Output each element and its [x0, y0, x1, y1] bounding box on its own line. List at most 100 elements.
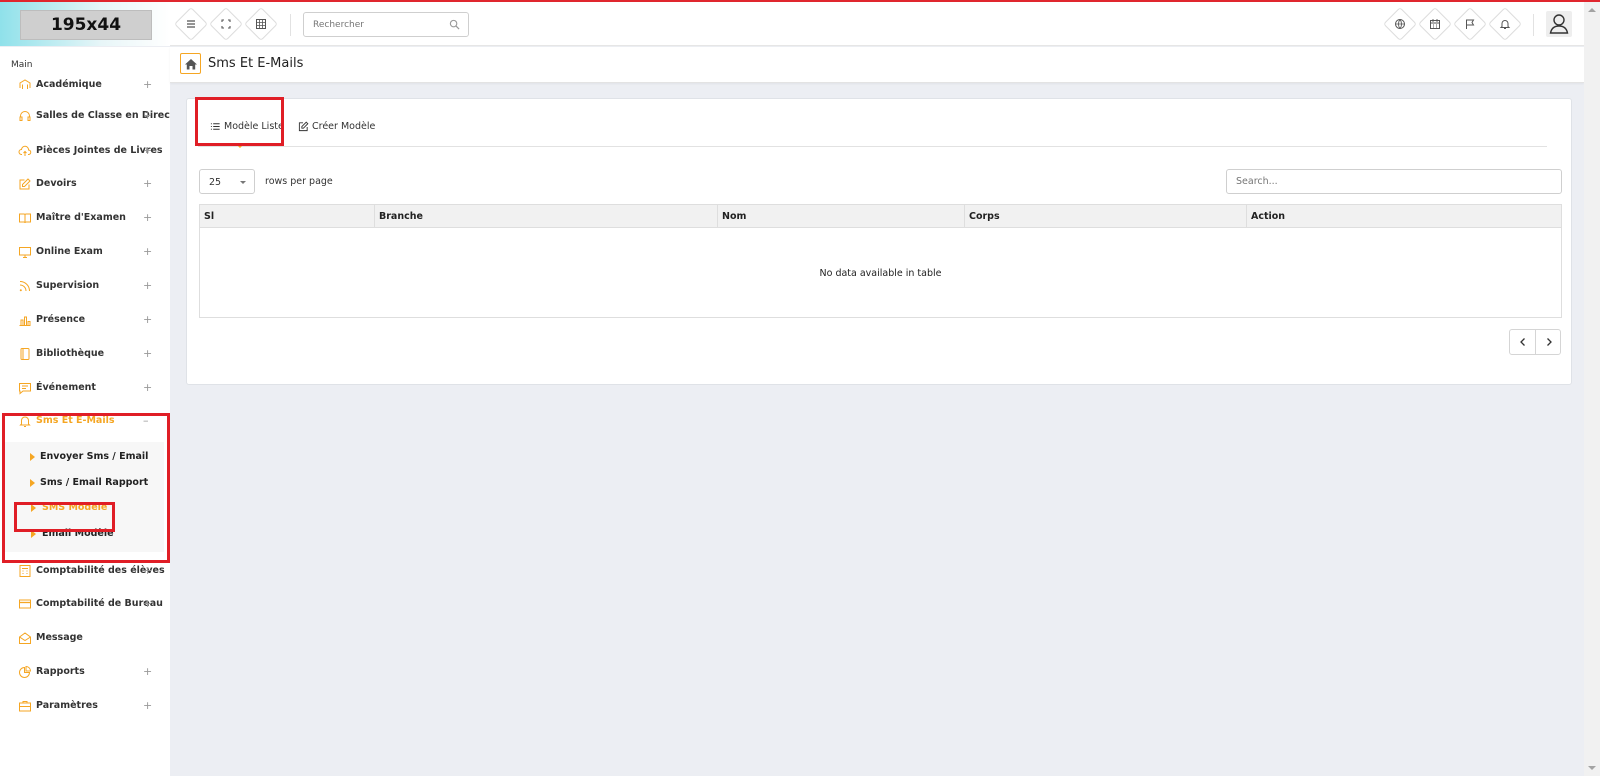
sidebar-item-bibliotheque[interactable]: Bibliothèque +	[0, 343, 170, 365]
briefcase-icon	[19, 701, 31, 712]
user-avatar-button[interactable]	[1546, 11, 1572, 37]
bell-icon	[1499, 20, 1511, 29]
envelope-open-icon	[19, 632, 31, 644]
sidebar-item-academique[interactable]: Académique +	[0, 74, 170, 96]
previous-page-button[interactable]	[1510, 330, 1536, 354]
table-search-input[interactable]	[1226, 169, 1562, 194]
bar-chart-icon	[19, 316, 31, 326]
sidebar-item-parametres[interactable]: Paramètres +	[0, 695, 170, 717]
tabs-divider	[198, 146, 1547, 147]
home-button[interactable]	[180, 53, 201, 74]
sidebar-item-label: Académique	[36, 79, 102, 90]
page-scrollbar[interactable]	[1584, 2, 1600, 776]
sidebar-item-message[interactable]: Message	[0, 627, 170, 649]
sidebar-item-comptabilite-eleves[interactable]: Comptabilité des élèves +	[0, 560, 170, 582]
sidebar-item-label: Rapports	[36, 666, 85, 677]
expand-icon: +	[143, 279, 153, 292]
notifications-button[interactable]	[1488, 7, 1522, 41]
credit-card-icon	[19, 599, 31, 609]
expand-icon: +	[143, 144, 153, 157]
sidebar-item-presence[interactable]: Présence +	[0, 309, 170, 331]
grid-apps-button[interactable]	[244, 7, 278, 41]
header-search	[303, 12, 469, 37]
sidebar-item-label: Supervision	[36, 280, 100, 291]
column-header-nom[interactable]: Nom	[718, 205, 965, 228]
search-icon[interactable]	[449, 19, 460, 30]
sidebar-item-evenement[interactable]: Événement +	[0, 377, 170, 399]
logo-area: 195x44	[0, 2, 170, 46]
rows-per-page-value: 25	[209, 177, 222, 188]
sidebar-item-maitre-examen[interactable]: Maître d'Examen +	[0, 207, 170, 229]
sidebar-section-label: Main	[11, 60, 33, 70]
rss-icon	[19, 281, 30, 292]
tab-creer-modele[interactable]: Créer Modèle	[298, 121, 375, 132]
rows-per-page-label: rows per page	[265, 176, 333, 187]
scroll-down-arrow-icon[interactable]	[1588, 766, 1596, 770]
home-icon	[185, 59, 197, 70]
expand-icon: +	[143, 109, 153, 122]
tab-label: Créer Modèle	[312, 121, 376, 132]
column-header-branche[interactable]: Branche	[375, 205, 718, 228]
column-header-action[interactable]: Action	[1247, 205, 1561, 228]
highlight-box-sms-menu	[2, 413, 170, 563]
expand-icon: +	[143, 78, 153, 91]
academic-icon	[19, 79, 31, 89]
logo-placeholder[interactable]: 195x44	[20, 10, 152, 40]
header-divider-right	[1533, 14, 1534, 36]
sidebar-item-supervision[interactable]: Supervision +	[0, 275, 170, 297]
header-search-input[interactable]	[313, 13, 448, 36]
flag-button[interactable]	[1453, 7, 1487, 41]
sidebar-item-label: Présence	[36, 314, 86, 325]
sidebar-item-label: Événement	[36, 382, 96, 393]
templates-table: Sl Branche Nom Corps Action No data avai…	[199, 204, 1562, 318]
expand-icon: +	[143, 347, 153, 360]
grid-icon	[256, 19, 266, 29]
sidebar-item-rapports[interactable]: Rapports +	[0, 661, 170, 683]
edit-icon	[19, 178, 31, 190]
sidebar-item-label: Maître d'Examen	[36, 212, 126, 223]
column-header-corps[interactable]: Corps	[965, 205, 1247, 228]
expand-icon: +	[143, 313, 153, 326]
next-page-button[interactable]	[1536, 330, 1562, 354]
page-title-bar: Sms Et E-Mails	[170, 47, 1584, 83]
sidebar-item-online-exam[interactable]: Online Exam +	[0, 241, 170, 263]
rows-per-page-select[interactable]: 25	[199, 169, 255, 194]
language-button[interactable]	[1383, 7, 1417, 41]
calculator-icon	[19, 565, 31, 577]
headset-icon	[19, 111, 31, 121]
book-icon	[19, 213, 31, 224]
chevron-left-icon	[1520, 338, 1525, 346]
globe-icon	[1395, 19, 1405, 29]
highlight-box-modele-liste	[195, 97, 284, 146]
user-icon	[1549, 14, 1569, 34]
sidebar-item-comptabilite-bureau[interactable]: Comptabilité de Bureau +	[0, 593, 170, 615]
expand-icon: +	[143, 211, 153, 224]
top-header: 195x44	[0, 2, 1584, 46]
sidebar-item-label: Paramètres	[36, 700, 98, 711]
sidebar-item-salles-classe[interactable]: Salles de Classe en Direct +	[0, 105, 170, 127]
fullscreen-button[interactable]	[209, 7, 243, 41]
monitor-icon	[19, 247, 31, 258]
expand-icon: +	[143, 245, 153, 258]
highlight-box-sms-modele	[14, 502, 115, 532]
calendar-button[interactable]	[1418, 7, 1452, 41]
column-header-sl[interactable]: Sl	[200, 205, 375, 228]
table-empty-message: No data available in table	[819, 268, 942, 279]
header-divider	[290, 14, 291, 36]
chevron-right-icon	[1547, 338, 1552, 346]
chevron-down-icon	[240, 181, 246, 184]
sidebar-item-label: Online Exam	[36, 246, 103, 257]
sidebar-item-label: Devoirs	[36, 178, 77, 189]
sidebar-item-label: Bibliothèque	[36, 348, 105, 359]
page-title: Sms Et E-Mails	[208, 56, 304, 71]
template-list-card: Modèle Liste Créer Modèle 25 rows per pa…	[186, 97, 1572, 385]
calendar-icon	[1430, 19, 1440, 29]
sidebar: Main Académique + Salles de Classe en Di…	[0, 47, 170, 776]
expand-icon: +	[143, 597, 153, 610]
menu-toggle-button[interactable]	[174, 7, 208, 41]
sidebar-item-devoirs[interactable]: Devoirs +	[0, 173, 170, 195]
scroll-up-arrow-icon[interactable]	[1588, 8, 1596, 12]
pie-chart-icon	[19, 665, 32, 678]
edit-icon	[298, 121, 309, 132]
sidebar-item-pieces-jointes[interactable]: Pièces Jointes de Livres +	[0, 140, 170, 162]
